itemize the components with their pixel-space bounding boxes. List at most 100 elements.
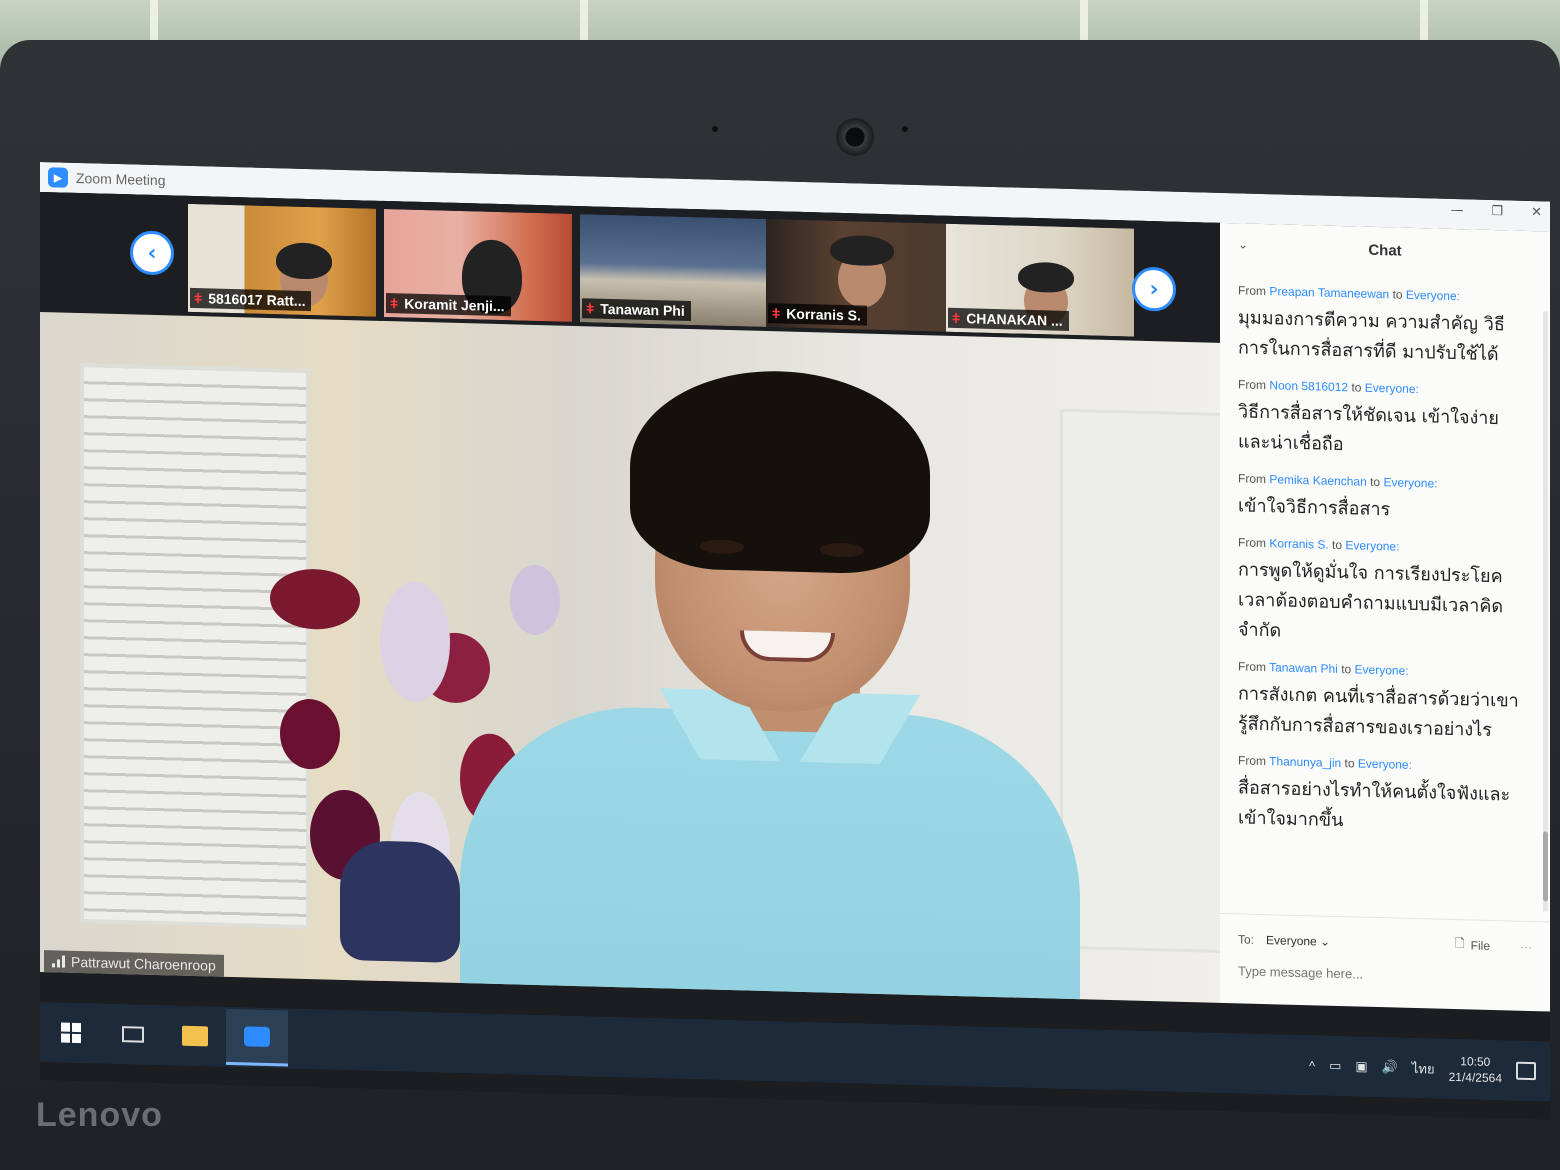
mic-muted-icon: ǂ <box>772 305 781 322</box>
chat-message: From Preapan Tamaneewan to Everyone: มุม… <box>1238 283 1524 370</box>
input-language-button[interactable]: ไทย <box>1412 1057 1435 1079</box>
laptop-brand-logo: Lenovo <box>36 1096 163 1134</box>
zoom-app-icon <box>244 1025 270 1047</box>
message-sender[interactable]: Korranis S. <box>1269 536 1328 552</box>
meeting-area: ‹ ǂ 5816017 Ratt... ǂ Koramit Jenji... ǂ Ta… <box>40 192 1220 1003</box>
tray-overflow-button[interactable]: ^ <box>1309 1058 1315 1073</box>
mic-muted-icon: ǂ <box>586 300 595 317</box>
screen: ▶ Zoom Meeting — ❐ ✕ ‹ ǂ 5816017 Ratt... … <box>40 162 1550 1120</box>
file-button[interactable]: 🗋 File <box>1455 934 1490 956</box>
message-to-label: to <box>1332 537 1343 553</box>
message-text: สื่อสารอย่างไรทำให้คนตั้งใจฟังและเข้าใจม… <box>1238 777 1511 832</box>
participant-name: Korranis S. <box>786 305 861 324</box>
start-button[interactable] <box>40 1004 102 1062</box>
chat-message-input[interactable] <box>1238 963 1518 986</box>
speaker-name-tag: Pattrawut Charoenroop <box>44 950 224 977</box>
participant-name: Koramit Jenji... <box>404 295 505 315</box>
scrollbar-thumb[interactable] <box>1543 831 1548 902</box>
participant-tile[interactable]: ǂ Korranis S. <box>766 219 954 332</box>
recipient-label: To: <box>1238 931 1255 947</box>
message-recipient[interactable]: Everyone: <box>1355 662 1409 677</box>
system-tray: ^ ▭ ▣ 🔊 ไทย 10:50 21/4/2564 <box>1309 1049 1550 1087</box>
window-shutter <box>80 363 310 930</box>
webcam <box>836 118 874 156</box>
message-sender[interactable]: Preapan Tamaneewan <box>1269 284 1389 301</box>
door <box>1060 408 1220 954</box>
file-explorer-button[interactable] <box>164 1007 226 1065</box>
flower <box>510 564 560 636</box>
camera-sensor <box>712 126 718 132</box>
message-sender[interactable]: Thanunya_jin <box>1269 754 1341 770</box>
message-recipient[interactable]: Everyone: <box>1345 538 1399 553</box>
volume-icon[interactable]: 🔊 <box>1382 1059 1398 1075</box>
participant-name: CHANAKAN ... <box>966 310 1063 329</box>
windows-logo-icon <box>61 1022 81 1044</box>
clock[interactable]: 10:50 21/4/2564 <box>1449 1053 1502 1086</box>
next-page-button[interactable]: › <box>1132 266 1176 312</box>
message-text: การสังเกต คนที่เราสื่อสารด้วยว่าเขารู้สึ… <box>1238 683 1519 742</box>
close-button[interactable]: ✕ <box>1531 205 1542 220</box>
speaker-hair <box>630 367 930 576</box>
vase <box>340 839 460 963</box>
message-recipient[interactable]: Everyone: <box>1406 288 1460 303</box>
participant-name: 5816017 Ratt... <box>208 290 306 309</box>
message-from-label: From <box>1238 753 1266 769</box>
message-to-label: to <box>1370 474 1381 490</box>
message-from-label: From <box>1238 535 1266 551</box>
chat-scrollbar[interactable] <box>1543 311 1548 912</box>
message-sender[interactable]: Tanawan Phi <box>1269 660 1338 676</box>
flower <box>380 580 450 703</box>
zoom-logo-icon: ▶ <box>48 167 68 188</box>
zoom-taskbar-button[interactable] <box>226 1008 288 1067</box>
message-text: มุมมองการตีความ ความสำคัญ วิธีการในการสื… <box>1238 307 1505 366</box>
mic-muted-icon: ǂ <box>194 290 203 307</box>
chat-composer: To: Everyone ⌄ 🗋 File ··· <box>1220 912 1550 1012</box>
flower <box>280 698 340 770</box>
previous-page-button[interactable]: ‹ <box>130 230 174 276</box>
chat-panel: ⌄ Chat From Preapan Tamaneewan to Everyo… <box>1220 222 1550 1012</box>
message-recipient[interactable]: Everyone: <box>1358 757 1412 772</box>
message-to-label: to <box>1341 662 1352 677</box>
mic-muted-icon: ǂ <box>952 309 961 327</box>
clock-date: 21/4/2564 <box>1448 1069 1502 1086</box>
chat-message: From Noon 5816012 to Everyone: วิธีการสื… <box>1238 377 1524 464</box>
message-text: การพูดให้ดูมั่นใจ การเรียงประโยค เวลาต้อ… <box>1238 559 1504 642</box>
minimize-button[interactable]: — <box>1450 203 1463 218</box>
chat-message-list[interactable]: From Preapan Tamaneewan to Everyone: มุม… <box>1220 283 1542 891</box>
message-to-label: to <box>1351 380 1362 395</box>
camera-sensor <box>902 126 908 132</box>
notification-center-icon[interactable] <box>1516 1061 1536 1081</box>
participant-tile[interactable]: ǂ Tanawan Phi <box>580 214 768 328</box>
recipient-select[interactable]: Everyone ⌄ <box>1266 933 1330 949</box>
network-icon[interactable]: ▣ <box>1355 1058 1367 1074</box>
message-from-label: From <box>1238 659 1266 675</box>
message-sender[interactable]: Pemika Kaenchan <box>1269 472 1366 489</box>
signal-strength-icon <box>52 955 65 968</box>
message-from-label: From <box>1238 377 1266 393</box>
battery-icon[interactable]: ▭ <box>1329 1058 1341 1074</box>
participant-tile[interactable]: ǂ CHANAKAN ... <box>946 223 1134 337</box>
active-speaker-video: Pattrawut Charoenroop <box>40 312 1220 1003</box>
chevron-down-icon[interactable]: ⌄ <box>1238 237 1248 251</box>
clock-time: 10:50 <box>1460 1054 1491 1069</box>
file-button-label: File <box>1470 937 1490 953</box>
message-recipient[interactable]: Everyone: <box>1383 475 1437 490</box>
more-options-button[interactable]: ··· <box>1520 939 1532 953</box>
task-view-icon <box>122 1026 144 1043</box>
participant-tile[interactable]: ǂ Koramit Jenji... <box>384 209 572 322</box>
window-title: Zoom Meeting <box>76 169 166 189</box>
message-sender[interactable]: Noon 5816012 <box>1269 378 1348 394</box>
message-text: เข้าใจวิธีการสื่อสาร <box>1238 495 1391 521</box>
maximize-button[interactable]: ❐ <box>1491 204 1503 219</box>
task-view-button[interactable] <box>102 1006 164 1064</box>
message-recipient[interactable]: Everyone: <box>1365 381 1419 396</box>
file-icon: 🗋 <box>1455 936 1465 951</box>
message-to-label: to <box>1392 287 1403 302</box>
speaker-name: Pattrawut Charoenroop <box>71 953 216 974</box>
chat-message: From Tanawan Phi to Everyone: การสังเกต … <box>1238 659 1524 746</box>
participant-tile[interactable]: ǂ 5816017 Ratt... <box>188 203 376 317</box>
chat-message: From Korranis S. to Everyone: การพูดให้ด… <box>1238 535 1524 652</box>
chat-message: From Pemika Kaenchan to Everyone: เข้าใจ… <box>1238 471 1524 528</box>
mic-muted-icon: ǂ <box>390 295 399 312</box>
message-to-label: to <box>1344 756 1355 771</box>
